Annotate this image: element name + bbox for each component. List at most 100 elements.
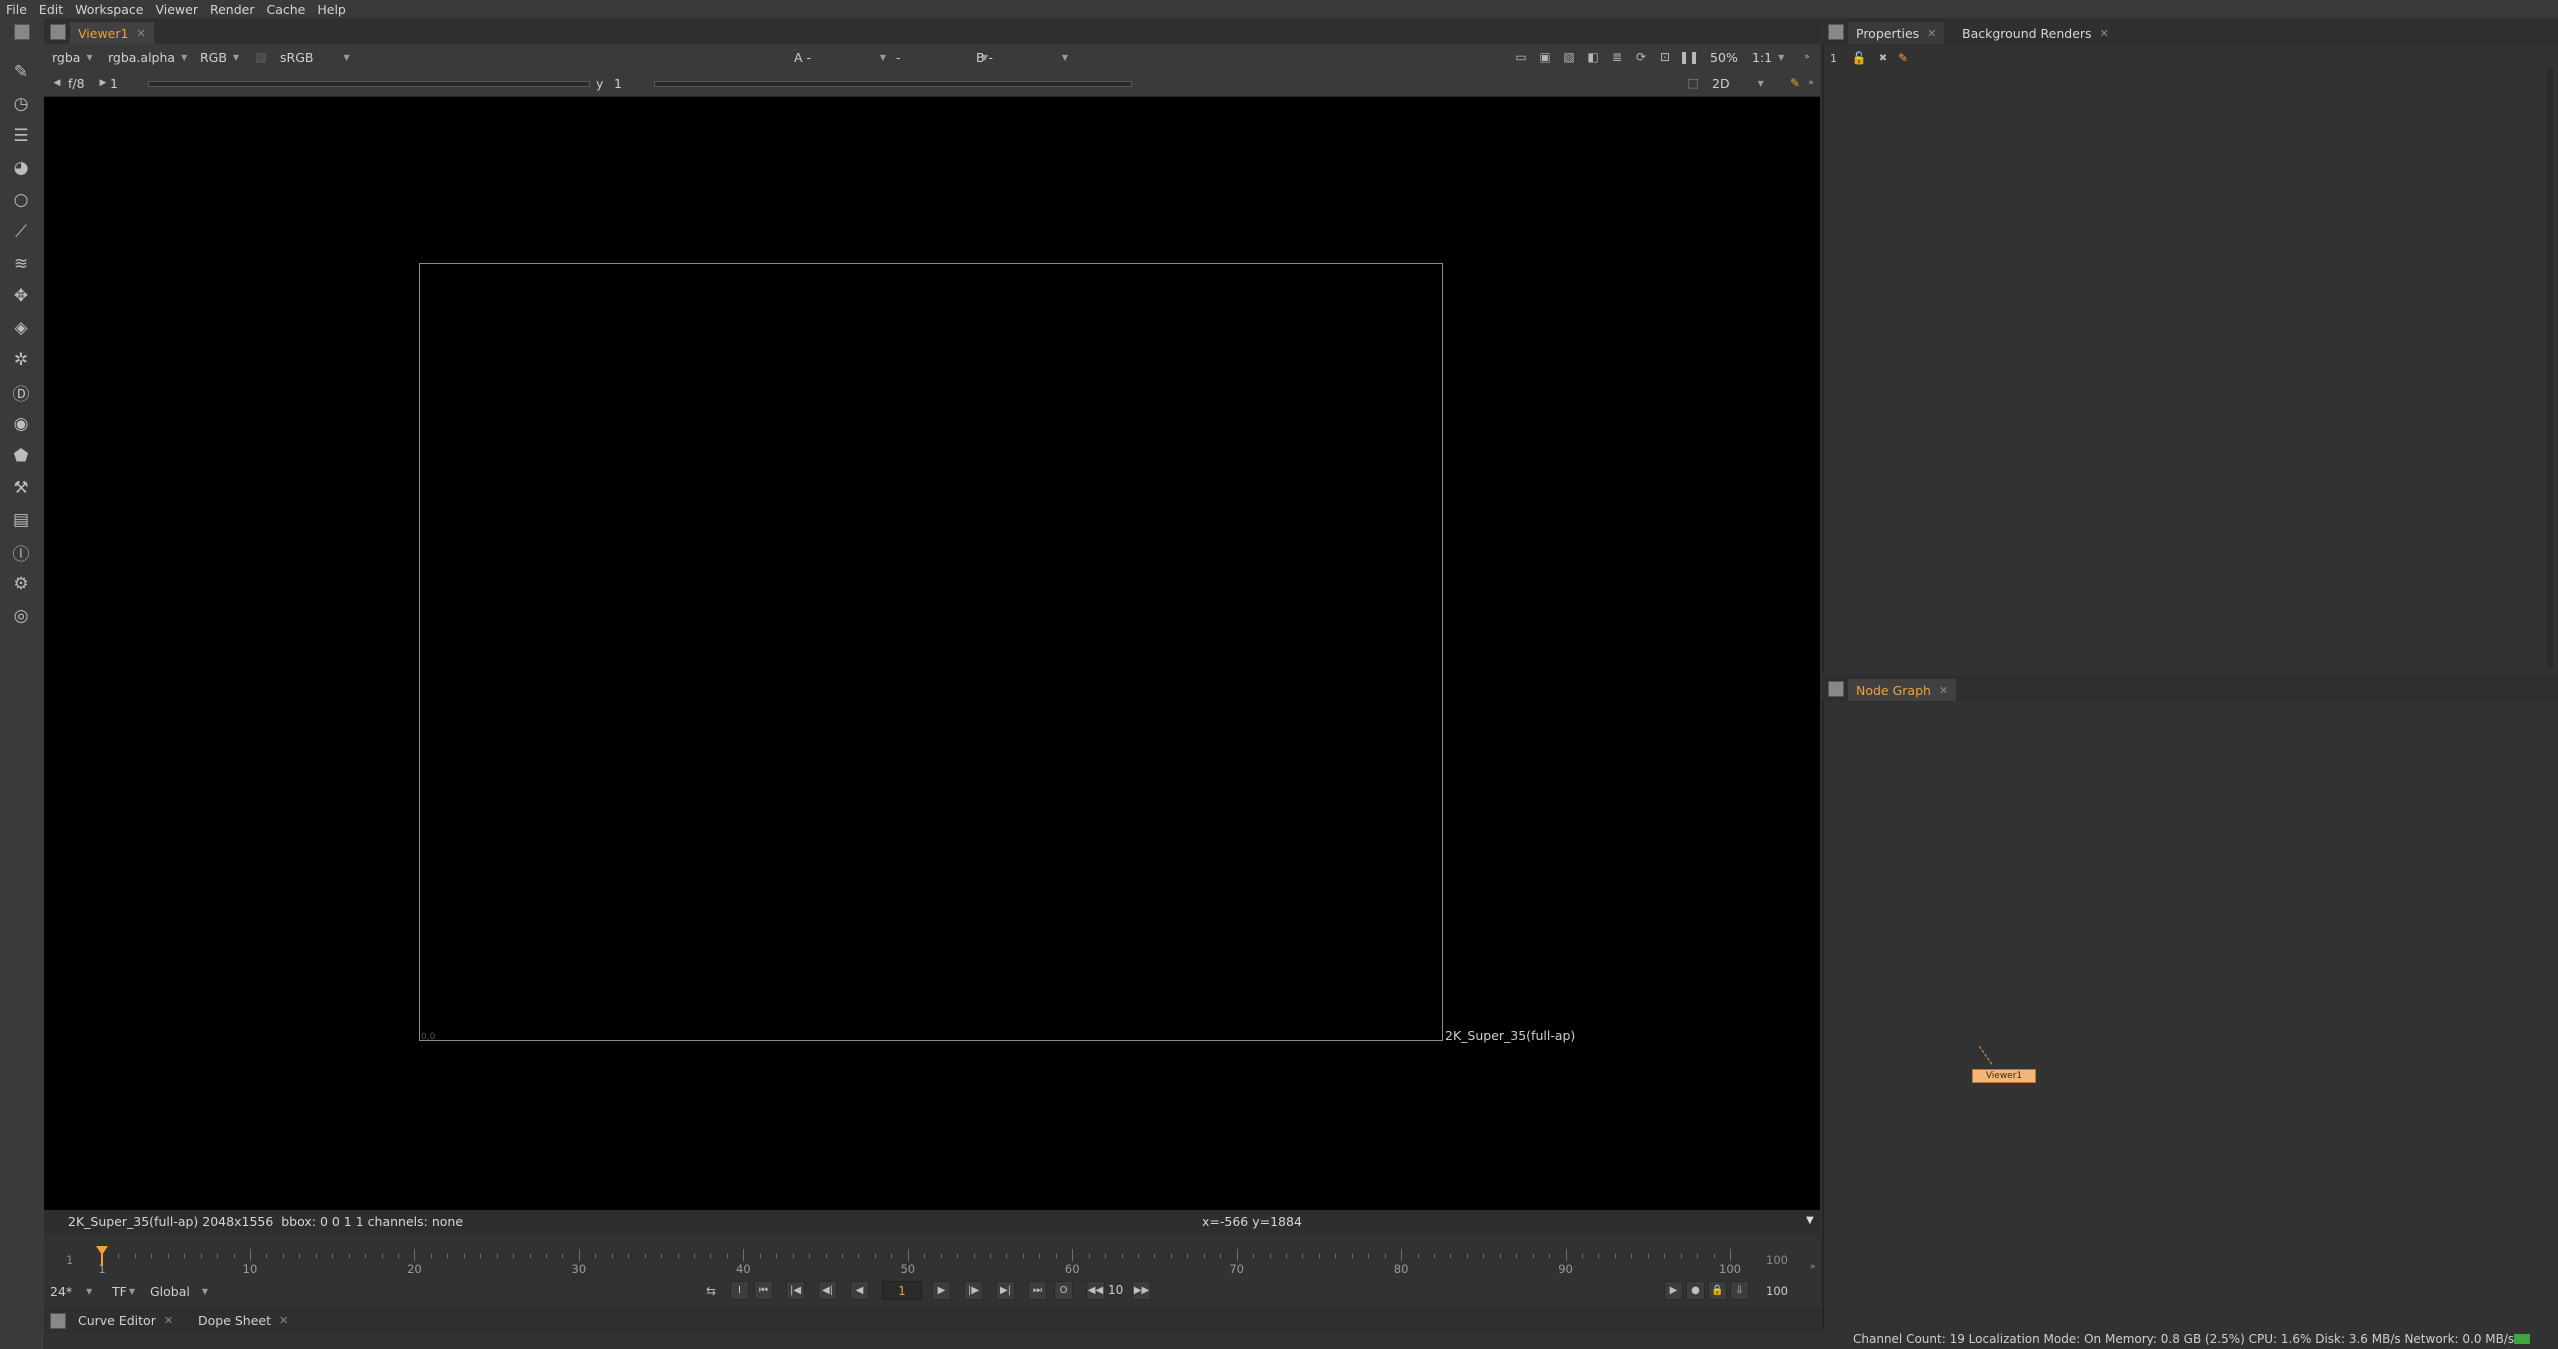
bottom-pane-menu-icon[interactable] <box>50 1313 66 1329</box>
timeline-expand-icon[interactable]: » <box>1810 1262 1816 1272</box>
gain-field[interactable]: 1 <box>110 75 118 91</box>
tab-background-renders[interactable]: Background Renders ✕ <box>1954 22 2117 44</box>
pane-menu-icon[interactable] <box>14 24 30 40</box>
gear-cluster-icon[interactable]: ⚙ <box>9 572 33 596</box>
max-panels-field[interactable]: 1 <box>1830 52 1837 65</box>
ip-icon[interactable]: ▨ <box>252 49 270 65</box>
timeline[interactable] <box>44 1238 1820 1280</box>
tab-dope-sheet[interactable]: Dope Sheet ✕ <box>190 1309 296 1331</box>
export-icon[interactable]: ⇩ <box>1730 1281 1749 1300</box>
wipe-icon[interactable]: ◧ <box>1584 49 1602 65</box>
circle-l-icon[interactable]: ⓛ <box>9 540 33 565</box>
color-wheel-icon[interactable]: ◕ <box>9 156 33 180</box>
eye-icon[interactable]: ◉ <box>9 412 33 436</box>
current-frame-field[interactable]: 1 <box>882 1281 922 1300</box>
node-graph-pane-menu-icon[interactable] <box>1828 681 1844 697</box>
lines-icon[interactable]: ≣ <box>1608 49 1626 65</box>
tab-node-graph[interactable]: Node Graph ✕ <box>1848 679 1957 701</box>
channels-dropdown[interactable]: rgba ▼ <box>52 49 93 65</box>
viewer-pane-menu-icon[interactable] <box>50 24 66 40</box>
menu-help[interactable]: Help <box>311 2 352 17</box>
play-forward-icon[interactable]: ▶ <box>932 1281 951 1300</box>
fps-dropdown[interactable]: 24* ▼ <box>50 1283 92 1299</box>
prev-keyframe-icon[interactable]: |◀ <box>786 1281 805 1300</box>
next-keyframe-icon[interactable]: ▶| <box>996 1281 1015 1300</box>
tag-icon[interactable]: ⬟ <box>9 444 33 468</box>
properties-pane-menu-icon[interactable] <box>1828 24 1844 40</box>
wrench-icon[interactable]: ⚒ <box>9 476 33 500</box>
composite-dropdown[interactable]: - ▼ <box>896 49 988 65</box>
zoom-dropdown[interactable]: 50% <box>1710 49 1738 65</box>
clear-panels-icon[interactable]: ✖ <box>1874 50 1892 66</box>
circle-icon[interactable]: ○ <box>9 188 33 212</box>
arrow-left-icon[interactable]: ◀ <box>48 75 66 91</box>
region-icon[interactable]: ⬚ <box>1684 75 1702 91</box>
play-backward-icon[interactable]: ◀ <box>850 1281 869 1300</box>
close-icon[interactable]: ✕ <box>136 27 145 40</box>
gamma-slider[interactable] <box>654 81 1132 87</box>
target-icon[interactable]: ◎ <box>9 604 33 628</box>
properties-scrollbar[interactable] <box>2547 68 2553 668</box>
step-value[interactable]: 10 <box>1108 1283 1123 1297</box>
input-a-dropdown[interactable]: A - ▼ <box>794 49 886 65</box>
viewer-node[interactable]: Viewer1 <box>1972 1069 2036 1083</box>
edit-icon[interactable]: ✎ <box>1894 50 1912 66</box>
clock-icon[interactable]: ◷ <box>9 92 33 116</box>
menu-workspace[interactable]: Workspace <box>69 2 149 17</box>
menu-cache[interactable]: Cache <box>260 2 311 17</box>
particle-icon[interactable]: ✲ <box>9 348 33 372</box>
expand-icon[interactable]: » <box>1798 49 1816 65</box>
proxy-icon[interactable]: ▣ <box>1536 49 1554 65</box>
refresh-icon[interactable]: ⟳ <box>1632 49 1650 65</box>
roi-icon[interactable]: ▭ <box>1512 49 1530 65</box>
close-icon[interactable]: ✕ <box>2100 27 2109 40</box>
lut-dropdown[interactable]: sRGB ▼ <box>280 49 350 65</box>
out-point-icon[interactable]: O <box>1054 1281 1073 1300</box>
curve-icon[interactable]: ⟋ <box>9 220 33 244</box>
last-frame-icon[interactable]: ⏭ <box>1028 1281 1047 1300</box>
expand2-icon[interactable]: » <box>1802 75 1820 91</box>
tf-dropdown[interactable]: TF ▼ <box>112 1283 135 1299</box>
close-icon[interactable]: ✕ <box>1939 684 1948 697</box>
tab-properties[interactable]: Properties ✕ <box>1848 22 1945 44</box>
menu-file[interactable]: File <box>0 2 33 17</box>
input-b-dropdown[interactable]: B - ▼ <box>976 49 1068 65</box>
prev-frame-icon[interactable]: ◀| <box>818 1281 837 1300</box>
end-frame-field[interactable]: 100 <box>1766 1284 1788 1298</box>
step-forward-icon[interactable]: ▶▶ <box>1132 1281 1151 1300</box>
tab-curve-editor[interactable]: Curve Editor ✕ <box>70 1309 181 1331</box>
tab-viewer1[interactable]: Viewer1 ✕ <box>70 22 154 44</box>
alpha-dropdown[interactable]: rgba.alpha ▼ <box>108 49 187 65</box>
move-icon[interactable]: ✥ <box>9 284 33 308</box>
step-back-icon[interactable]: ◀◀ <box>1086 1281 1105 1300</box>
first-frame-icon[interactable]: ⏮ <box>754 1281 773 1300</box>
layers-icon[interactable]: ☰ <box>9 124 33 148</box>
menu-edit[interactable]: Edit <box>33 2 69 17</box>
cube-icon[interactable]: ◈ <box>9 316 33 340</box>
colorspace-dropdown[interactable]: RGB ▼ <box>200 49 239 65</box>
close-icon[interactable]: ✕ <box>164 1314 173 1327</box>
stack-icon[interactable]: ≋ <box>9 252 33 276</box>
menu-render[interactable]: Render <box>204 2 261 17</box>
node-graph-pane[interactable] <box>1822 675 2558 1332</box>
lock-icon[interactable]: 🔒 <box>1708 1281 1727 1300</box>
frame-icon[interactable]: ⊡ <box>1656 49 1674 65</box>
bounce-icon[interactable]: ⇆ <box>702 1283 720 1299</box>
menu-viewer[interactable]: Viewer <box>149 2 204 17</box>
ratio-dropdown[interactable]: 1:1 ▼ <box>1752 49 1784 65</box>
next-frame-icon[interactable]: |▶ <box>964 1281 983 1300</box>
stripes-icon[interactable]: ▧ <box>1560 49 1578 65</box>
close-icon[interactable]: ✕ <box>279 1314 288 1327</box>
flipbook-icon[interactable]: ▶ <box>1664 1281 1683 1300</box>
info-collapse-icon[interactable]: ▼ <box>1806 1215 1814 1226</box>
in-point-icon[interactable]: I <box>730 1281 749 1300</box>
d-icon[interactable]: Ⓓ <box>9 380 33 405</box>
fstop-field[interactable]: f/8 <box>68 75 85 91</box>
pause-icon[interactable]: ❚❚ <box>1679 49 1699 65</box>
pencil-icon[interactable]: ✎ <box>9 60 33 84</box>
view-mode-dropdown[interactable]: 2D ▼ <box>1712 75 1764 91</box>
record-icon[interactable]: ● <box>1686 1281 1705 1300</box>
film-icon[interactable]: ▤ <box>9 508 33 532</box>
range-dropdown[interactable]: Global ▼ <box>150 1283 208 1299</box>
lock-panel-icon[interactable]: 🔓 <box>1850 50 1868 66</box>
